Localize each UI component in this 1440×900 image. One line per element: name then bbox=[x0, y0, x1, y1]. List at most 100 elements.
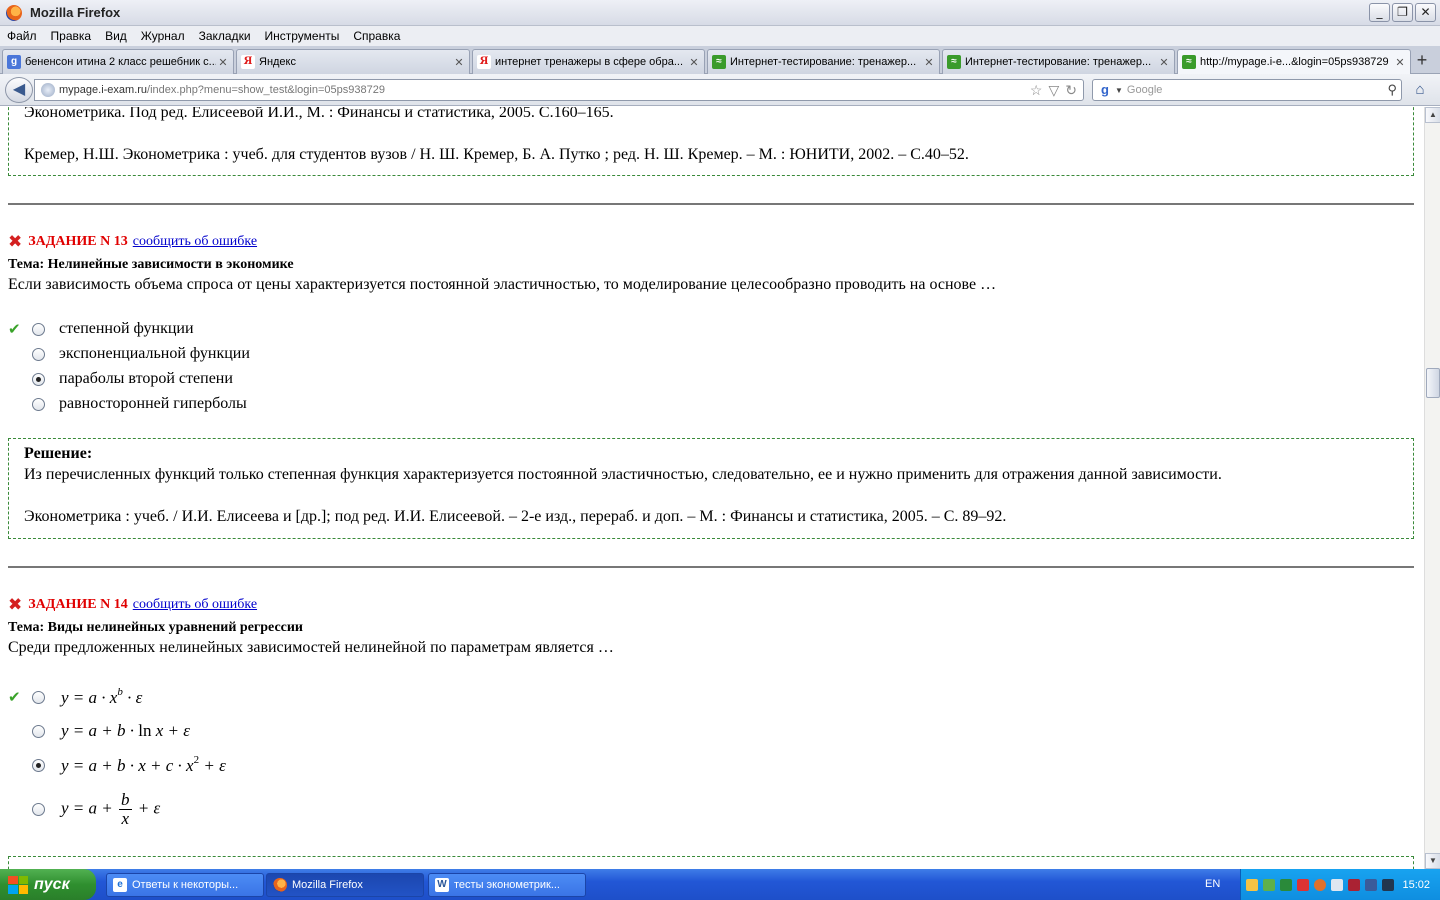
navigation-bar: ◀ mypage.i-exam.ru/index.php?menu=show_t… bbox=[0, 74, 1440, 106]
wrong-answer-icon: ✖ bbox=[8, 232, 23, 252]
menu-bar: Файл Правка Вид Журнал Закладки Инструме… bbox=[0, 26, 1440, 46]
answer-radio-selected[interactable] bbox=[32, 758, 45, 772]
answer-radio[interactable] bbox=[32, 347, 45, 361]
report-error-link[interactable]: сообщить об ошибке bbox=[133, 234, 257, 250]
search-magnifier-icon[interactable]: ⚲ bbox=[1387, 82, 1397, 98]
correct-answer-check-icon: ✔ bbox=[8, 320, 21, 338]
wrong-answer-icon: ✖ bbox=[8, 595, 23, 615]
url-tools: ☆ ▽ ↻ bbox=[1030, 82, 1077, 99]
task-topic: Тема: Нелинейные зависимости в экономике bbox=[8, 257, 294, 272]
system-tray: 15:02 bbox=[1240, 869, 1440, 900]
tab-5[interactable]: ≈ Интернет-тестирование: тренажер... ✕ bbox=[942, 49, 1175, 74]
home-icon[interactable]: ⌂ bbox=[1410, 81, 1430, 99]
tab-close-icon[interactable]: ✕ bbox=[452, 56, 466, 69]
task-question: Если зависимость объема спроса от цены х… bbox=[8, 276, 997, 293]
task-14-header: ✖ ЗАДАНИЕ N 14 сообщить об ошибке bbox=[8, 595, 257, 615]
answer-radio[interactable] bbox=[32, 802, 45, 816]
tab-1[interactable]: g бененсон итина 2 класс решебник с... ✕ bbox=[2, 49, 234, 74]
answer-option[interactable]: y = a + b · x + c · x2 + ε bbox=[8, 754, 226, 776]
tab-4[interactable]: ≈ Интернет-тестирование: тренажер... ✕ bbox=[707, 49, 940, 74]
tab-bar: g бененсон итина 2 класс решебник с... ✕… bbox=[0, 46, 1440, 74]
volume-icon[interactable] bbox=[1331, 878, 1343, 891]
tab-close-icon[interactable]: ✕ bbox=[687, 56, 701, 69]
answer-radio[interactable] bbox=[32, 322, 45, 336]
menu-edit[interactable]: Правка bbox=[44, 29, 99, 43]
tray-app-icon[interactable] bbox=[1263, 878, 1275, 891]
tab-close-icon[interactable]: ✕ bbox=[922, 56, 936, 69]
menu-file[interactable]: Файл bbox=[0, 29, 44, 43]
tray-app-icon[interactable] bbox=[1297, 878, 1309, 891]
answer-radio[interactable] bbox=[32, 690, 45, 704]
answer-radio-selected[interactable] bbox=[32, 372, 45, 386]
tray-app-icon[interactable] bbox=[1348, 878, 1360, 891]
network-icon[interactable] bbox=[1365, 878, 1377, 891]
tab-close-icon[interactable]: ✕ bbox=[1157, 56, 1171, 69]
tab-label: Интернет-тестирование: тренажер... bbox=[730, 56, 917, 68]
tab-label: бененсон итина 2 класс решебник с... bbox=[25, 56, 216, 68]
tab-3[interactable]: Я интернет тренажеры в сфере обра... ✕ bbox=[472, 49, 705, 74]
new-tab-button[interactable]: + bbox=[1410, 49, 1434, 73]
taskbar-button[interactable]: W тесты эконометрик... bbox=[428, 873, 586, 897]
vertical-scrollbar[interactable]: ▲ ▼ bbox=[1424, 107, 1440, 869]
site-identity-icon[interactable] bbox=[41, 83, 55, 97]
answer-option[interactable]: ✔ y = a · xb · ε bbox=[8, 686, 142, 708]
url-path: /index.php?menu=show_test&login=05ps9387… bbox=[147, 84, 385, 96]
report-error-link[interactable]: сообщить об ошибке bbox=[133, 597, 257, 613]
windows-logo-icon bbox=[8, 875, 28, 894]
start-button[interactable]: пуск bbox=[0, 869, 96, 900]
task-number: ЗАДАНИЕ N 14 bbox=[28, 597, 128, 612]
language-indicator[interactable]: EN bbox=[1205, 878, 1220, 890]
formula-log: y = a + b · ln x + ε bbox=[61, 721, 190, 740]
divider bbox=[8, 566, 1414, 568]
taskbar-button[interactable]: e Ответы к некоторы... bbox=[106, 873, 264, 897]
search-bar[interactable]: g ▼ Google ⚲ bbox=[1092, 79, 1402, 101]
answer-radio[interactable] bbox=[32, 724, 45, 738]
scroll-down-icon[interactable]: ▼ bbox=[1425, 853, 1440, 869]
iexam-favicon-icon: ≈ bbox=[1182, 55, 1196, 69]
menu-view[interactable]: Вид bbox=[98, 29, 134, 43]
answer-option[interactable]: y = a + b · ln x + ε bbox=[8, 720, 190, 742]
tab-close-icon[interactable]: ✕ bbox=[1393, 56, 1407, 69]
url-text[interactable]: mypage.i-exam.ru/index.php?menu=show_tes… bbox=[59, 84, 385, 96]
task-question: Среди предложенных нелинейных зависимост… bbox=[8, 639, 614, 656]
tab-label: интернет тренажеры в сфере обра... bbox=[495, 56, 683, 68]
menu-bookmarks[interactable]: Закладки bbox=[192, 29, 258, 43]
search-input[interactable]: Google bbox=[1127, 84, 1162, 96]
google-search-engine-icon[interactable]: g bbox=[1097, 82, 1113, 98]
close-button[interactable]: ✕ bbox=[1415, 3, 1436, 22]
solution-reference: Эконометрика : учеб. / И.И. Елисеева и [… bbox=[24, 508, 1007, 525]
menu-history[interactable]: Журнал bbox=[134, 29, 192, 43]
bookmark-star-icon[interactable]: ☆ bbox=[1030, 82, 1043, 99]
back-button[interactable]: ◀ bbox=[5, 77, 33, 103]
scroll-up-icon[interactable]: ▲ bbox=[1425, 107, 1440, 123]
search-engine-dropdown-icon[interactable]: ▼ bbox=[1115, 86, 1123, 95]
display-icon[interactable] bbox=[1382, 878, 1394, 891]
answer-label: экспоненциальной функции bbox=[59, 345, 250, 362]
reload-icon[interactable]: ↻ bbox=[1065, 82, 1077, 99]
answer-option[interactable]: равносторонней гиперболы bbox=[8, 393, 247, 415]
scroll-thumb[interactable] bbox=[1426, 368, 1440, 398]
windows-taskbar: пуск e Ответы к некоторы... Mozilla Fire… bbox=[0, 869, 1440, 900]
url-dropdown-icon[interactable]: ▽ bbox=[1048, 82, 1059, 99]
tab-2[interactable]: Я Яндекс ✕ bbox=[236, 49, 470, 74]
firefox-icon bbox=[273, 878, 287, 892]
minimize-button[interactable]: _ bbox=[1369, 3, 1390, 22]
tray-app-icon[interactable] bbox=[1314, 878, 1326, 891]
tab-6-active[interactable]: ≈ http://mypage.i-e...&login=05ps938729 … bbox=[1177, 49, 1411, 74]
internet-explorer-icon: e bbox=[113, 878, 127, 892]
answer-option[interactable]: экспоненциальной функции bbox=[8, 343, 250, 365]
taskbar-button-active[interactable]: Mozilla Firefox bbox=[266, 873, 424, 897]
tray-app-icon[interactable] bbox=[1280, 878, 1292, 891]
answer-option[interactable]: y = a + bx + ε bbox=[8, 788, 160, 830]
tab-close-icon[interactable]: ✕ bbox=[216, 56, 230, 69]
url-bar[interactable]: mypage.i-exam.ru/index.php?menu=show_tes… bbox=[34, 79, 1084, 101]
answer-label: равносторонней гиперболы bbox=[59, 395, 247, 412]
answer-option[interactable]: параболы второй степени bbox=[8, 368, 233, 390]
menu-help[interactable]: Справка bbox=[346, 29, 407, 43]
answer-radio[interactable] bbox=[32, 397, 45, 411]
maximize-button[interactable]: ❐ bbox=[1392, 3, 1413, 22]
menu-tools[interactable]: Инструменты bbox=[258, 29, 347, 43]
task-13-header: ✖ ЗАДАНИЕ N 13 сообщить об ошибке bbox=[8, 232, 257, 252]
tray-app-icon[interactable] bbox=[1246, 878, 1258, 891]
answer-option[interactable]: ✔ степенной функции bbox=[8, 318, 194, 340]
